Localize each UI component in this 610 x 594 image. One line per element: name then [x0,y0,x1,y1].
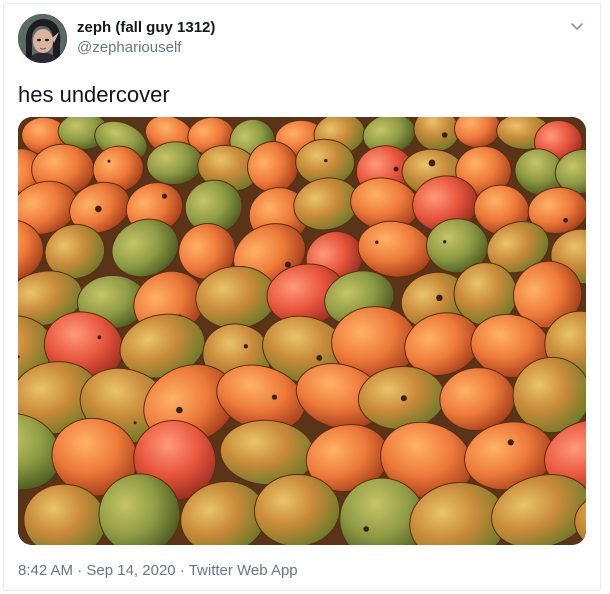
mango-spot [243,344,248,349]
meta-separator: · [175,562,189,579]
mango-spot [284,261,291,268]
display-name[interactable]: zeph (fall guy 1312) [77,19,215,36]
avatar-image [18,14,67,63]
mango-spot [133,421,137,425]
tweet-time[interactable]: 8:42 AM [18,562,73,579]
tweet-photo[interactable] [18,117,586,545]
mango-photo-image [18,117,586,545]
mango-spot [436,294,443,301]
user-handle[interactable]: @zephariouself [77,39,181,56]
mango-spot [316,355,323,361]
mango-spot [563,217,568,223]
mango-spot [507,439,514,446]
mango-spot [428,159,436,167]
mango-spot [441,132,448,138]
mango-spot [95,205,102,213]
mango-spot [393,166,399,172]
mango-spot [324,158,328,163]
mango-spot [271,394,278,400]
tweet-source[interactable]: Twitter Web App [189,562,298,579]
mango-spot [443,240,447,244]
mango-spot [375,240,379,244]
avatar[interactable] [18,14,67,63]
tweet-date[interactable]: Sep 14, 2020 [86,562,175,579]
tweet-card: zeph (fall guy 1312) @zephariouself hes … [3,3,601,591]
meta-separator: · [73,562,87,579]
mango-spot [161,193,168,199]
chevron-down-icon[interactable] [567,16,587,36]
mango-spot [400,395,407,402]
tweet-text: hes undercover [18,82,170,107]
mango-spot [176,406,183,414]
mango-spot [107,159,111,163]
mango-spot [97,335,102,340]
tweet-metadata: 8:42 AM · Sep 14, 2020 · Twitter Web App [18,562,298,579]
mango-spot [363,526,370,532]
